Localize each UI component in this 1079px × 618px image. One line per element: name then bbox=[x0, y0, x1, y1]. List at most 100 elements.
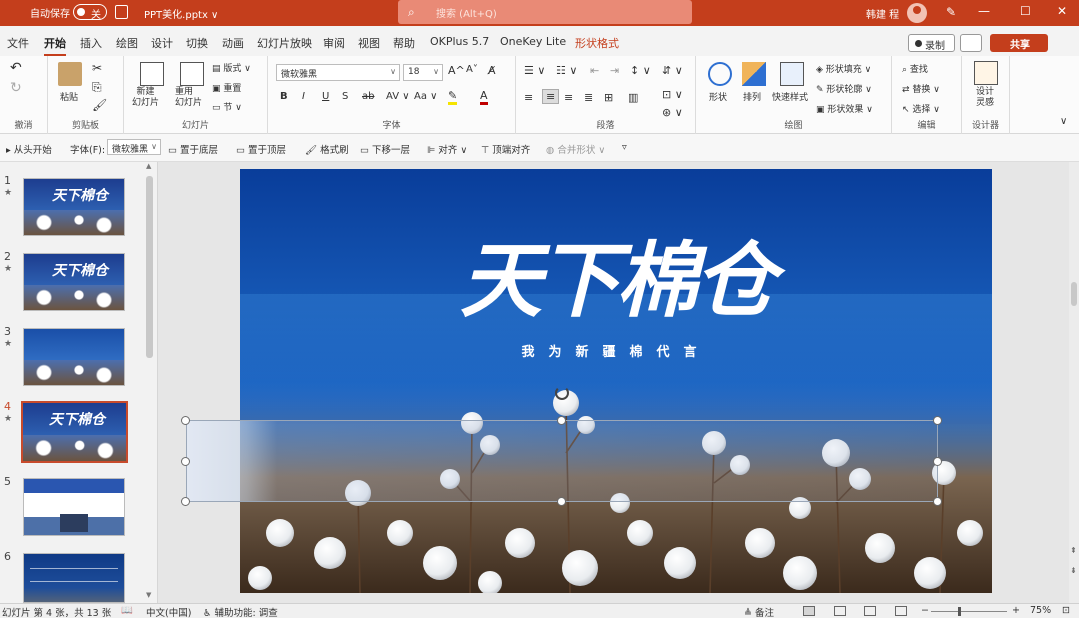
text-direction-icon[interactable]: ⇵ ∨ bbox=[662, 64, 683, 77]
spellcheck-icon[interactable]: 📖 bbox=[121, 605, 133, 616]
shape-fill-button[interactable]: ◈ 形状填充 ∨ bbox=[816, 62, 871, 75]
shape-outline-button[interactable]: ✎ 形状轮廓 ∨ bbox=[816, 82, 872, 95]
format-painter-icon[interactable]: 🖌 bbox=[92, 98, 107, 112]
shadow-button[interactable]: S bbox=[342, 91, 348, 102]
zoom-level[interactable]: 75% bbox=[1030, 605, 1051, 616]
copy-icon[interactable]: ⎘ bbox=[92, 80, 102, 95]
shrink-font-icon[interactable]: A˅ bbox=[466, 64, 478, 75]
align-center-icon[interactable]: ≡ bbox=[542, 89, 560, 104]
resize-handle[interactable] bbox=[933, 497, 942, 506]
paste-icon[interactable] bbox=[58, 62, 82, 86]
new-slide-icon[interactable] bbox=[140, 62, 164, 86]
slide-sorter-button[interactable] bbox=[834, 606, 846, 616]
tab-home[interactable]: 开始 bbox=[44, 35, 66, 57]
redo-icon[interactable]: ↻ bbox=[10, 80, 22, 96]
distribute-icon[interactable]: ⊞ bbox=[604, 91, 613, 104]
slide-subtitle[interactable]: 我为新疆棉代言 bbox=[240, 341, 992, 360]
slide-thumbnail-4[interactable]: 天下棉仓 bbox=[21, 401, 128, 463]
zoom-slider-thumb[interactable] bbox=[958, 607, 961, 616]
shapes-label[interactable]: 形状 bbox=[709, 90, 727, 103]
quick-font-select[interactable]: 微软雅黑 bbox=[107, 139, 161, 155]
decrease-indent-icon[interactable]: ⇤ bbox=[590, 64, 599, 77]
arrange-icon[interactable] bbox=[742, 62, 766, 86]
shape-effects-button[interactable]: ▣ 形状效果 ∨ bbox=[816, 102, 873, 115]
char-spacing-icon[interactable]: AV ∨ bbox=[386, 91, 410, 102]
bold-button[interactable]: B bbox=[280, 91, 288, 102]
design-ideas-icon[interactable] bbox=[974, 61, 998, 85]
selected-shape[interactable] bbox=[186, 420, 938, 502]
comment-button[interactable] bbox=[960, 34, 982, 52]
collapse-ribbon-icon[interactable]: ∨ bbox=[1060, 116, 1067, 127]
change-case-icon[interactable]: Aa ∨ bbox=[414, 91, 437, 102]
slide-thumbnail-1[interactable]: 天下棉仓 bbox=[23, 178, 125, 236]
slide-title[interactable]: 天下棉仓 bbox=[240, 214, 992, 333]
reading-view-button[interactable] bbox=[864, 606, 876, 616]
align-right-icon[interactable]: ≡ bbox=[564, 91, 573, 104]
resize-handle[interactable] bbox=[557, 497, 566, 506]
zoom-slider[interactable] bbox=[931, 611, 1007, 612]
maximize-button[interactable]: ☐ bbox=[1020, 4, 1031, 18]
columns-icon[interactable]: ▥ bbox=[628, 91, 638, 104]
tab-animations[interactable]: 动画 bbox=[222, 35, 244, 51]
avatar[interactable] bbox=[907, 3, 927, 23]
tab-design[interactable]: 设计 bbox=[151, 35, 173, 51]
language-status[interactable]: 中文(中国) bbox=[146, 605, 191, 618]
record-button[interactable]: 录制 bbox=[908, 34, 955, 52]
font-name-select[interactable]: 微软雅黑 bbox=[276, 64, 400, 81]
minimize-button[interactable]: — bbox=[978, 4, 990, 18]
line-spacing-icon[interactable]: ↕ ∨ bbox=[630, 64, 651, 77]
scroll-up-icon[interactable]: ▲ bbox=[146, 162, 151, 170]
find-button[interactable]: ⌕ 查找 bbox=[902, 62, 928, 75]
zoom-in-button[interactable]: + bbox=[1012, 605, 1020, 616]
tab-insert[interactable]: 插入 bbox=[80, 35, 102, 51]
select-button[interactable]: ↖ 选择 ∨ bbox=[902, 102, 940, 115]
current-slide[interactable]: 天下棉仓 我为新疆棉代言 bbox=[240, 169, 992, 593]
grow-font-icon[interactable]: A^ bbox=[448, 64, 465, 77]
reuse-slide-icon[interactable] bbox=[180, 62, 204, 86]
tab-onekey[interactable]: OneKey Lite bbox=[500, 35, 566, 48]
align-text-icon[interactable]: ⊡ ∨ bbox=[662, 88, 683, 101]
resize-handle[interactable] bbox=[557, 416, 566, 425]
increase-indent-icon[interactable]: ⇥ bbox=[610, 64, 619, 77]
search-box[interactable]: ⌕ 搜索 (Alt+Q) bbox=[398, 0, 692, 24]
rotate-handle[interactable] bbox=[555, 386, 569, 400]
prev-slide-icon[interactable]: ⇞ bbox=[1070, 546, 1077, 555]
scroll-down-icon[interactable]: ▼ bbox=[146, 591, 151, 599]
new-slide-label[interactable]: 新建 幻灯片 bbox=[132, 87, 159, 109]
font-size-select[interactable]: 18 bbox=[403, 64, 443, 81]
tab-file[interactable]: 文件 bbox=[7, 35, 29, 51]
pen-icon[interactable]: ✎ bbox=[946, 5, 956, 19]
file-name[interactable]: PPT美化.pptx ∨ bbox=[144, 6, 218, 21]
resize-handle[interactable] bbox=[181, 416, 190, 425]
slide-thumbnail-5[interactable] bbox=[23, 478, 125, 536]
section-button[interactable]: ▭ 节 ∨ bbox=[212, 100, 242, 113]
arrange-label[interactable]: 排列 bbox=[743, 90, 761, 103]
notes-button[interactable]: ≜ 备注 bbox=[744, 605, 774, 618]
resize-handle[interactable] bbox=[181, 497, 190, 506]
next-slide-icon[interactable]: ⇟ bbox=[1070, 566, 1077, 575]
quick-styles-label[interactable]: 快速样式 bbox=[772, 90, 808, 103]
resize-handle[interactable] bbox=[933, 457, 942, 466]
tab-draw[interactable]: 绘图 bbox=[116, 35, 138, 51]
resize-handle[interactable] bbox=[933, 416, 942, 425]
thumbnail-scrollbar[interactable]: ▲ ▼ bbox=[144, 162, 155, 601]
reuse-slide-label[interactable]: 重用 幻灯片 bbox=[175, 87, 202, 109]
format-painter-button[interactable]: 🖌 格式刷 bbox=[305, 142, 349, 156]
fit-slide-icon[interactable]: ⊡ bbox=[1062, 605, 1070, 616]
from-start-button[interactable]: ▸ 从头开始 bbox=[6, 142, 52, 156]
move-down-button[interactable]: ▭ 下移一层 bbox=[360, 142, 410, 156]
tab-review[interactable]: 审阅 bbox=[323, 35, 345, 51]
align-left-icon[interactable]: ≡ bbox=[524, 91, 533, 104]
close-button[interactable]: ✕ bbox=[1057, 4, 1067, 18]
clear-format-icon[interactable]: A̸ bbox=[488, 64, 496, 77]
toolbar-more-icon[interactable]: ▿ bbox=[622, 142, 627, 153]
italic-button[interactable]: I bbox=[302, 91, 305, 102]
bring-to-front-button[interactable]: ▭ 置于顶层 bbox=[236, 142, 286, 156]
highlight-icon[interactable]: ✎ bbox=[448, 89, 458, 105]
paste-label[interactable]: 粘贴 bbox=[60, 90, 78, 103]
normal-view-button[interactable] bbox=[803, 606, 815, 616]
tab-view[interactable]: 视图 bbox=[358, 35, 380, 51]
scrollbar-thumb[interactable] bbox=[1071, 282, 1077, 306]
resize-handle[interactable] bbox=[181, 457, 190, 466]
strike-button[interactable]: ab bbox=[362, 91, 374, 102]
